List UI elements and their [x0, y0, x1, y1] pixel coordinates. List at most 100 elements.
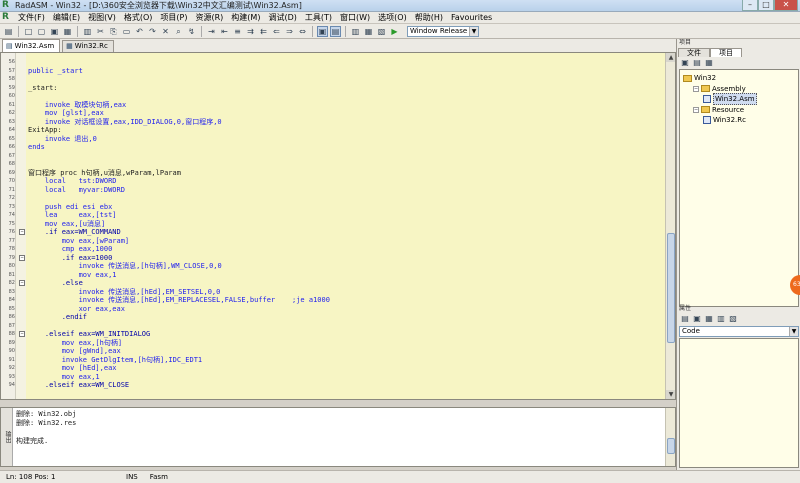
bookmark-next-icon[interactable]: ⇐: [271, 26, 282, 37]
code-line[interactable]: 57 public _start: [1, 67, 665, 75]
output-pane[interactable]: 输出 删除: Win32.obj 删除: Win32.res 构建完成.: [0, 407, 676, 467]
menu-build[interactable]: 构建(M): [227, 12, 264, 23]
output-side-label[interactable]: 输出: [1, 408, 13, 466]
properties-list[interactable]: [679, 338, 799, 468]
collapse-icon[interactable]: −: [693, 106, 699, 113]
code-line[interactable]: 92 mov [hEd],eax: [1, 364, 665, 372]
bookmark-prev-icon[interactable]: ⇇: [258, 26, 269, 37]
code-line[interactable]: 91 invoke GetDlgItem,[h句柄],IDC_EDT1: [1, 356, 665, 364]
find-icon[interactable]: ⌕: [173, 26, 184, 37]
tab-project[interactable]: 项目: [710, 48, 742, 57]
build-config-select[interactable]: Window Release ▼: [407, 25, 479, 37]
print-icon[interactable]: ▥: [82, 26, 93, 37]
code-editor[interactable]: ▲ ▼ 56 57 public _start 58 59 _start: 60 61 inv…: [0, 52, 676, 400]
code-line[interactable]: 74 lea eax,[tst]: [1, 211, 665, 219]
fold-toggle-icon[interactable]: −: [19, 229, 25, 235]
comment-icon[interactable]: ≡: [232, 26, 243, 37]
menu-tools[interactable]: 工具(T): [301, 12, 336, 23]
build-icon[interactable]: ▦: [363, 26, 374, 37]
copy-icon[interactable]: ⎘: [108, 26, 119, 37]
scroll-thumb[interactable]: [667, 233, 675, 343]
code-line[interactable]: 76− .if eax=WM_COMMAND: [1, 228, 665, 236]
menu-help[interactable]: 帮助(H): [411, 12, 447, 23]
code-line[interactable]: 68: [1, 160, 665, 168]
toolbar-icon[interactable]: ▤: [3, 26, 14, 37]
tree-node[interactable]: − Resource: [693, 105, 744, 115]
fold-toggle-icon[interactable]: −: [19, 331, 25, 337]
code-line[interactable]: 89 mov eax,[h句柄]: [1, 339, 665, 347]
menu-project[interactable]: 项目(P): [156, 12, 191, 23]
scroll-thumb[interactable]: [667, 438, 675, 454]
link-icon[interactable]: ▧: [376, 26, 387, 37]
menu-edit[interactable]: 编辑(E): [49, 12, 84, 23]
code-line[interactable]: 93 mov eax,1: [1, 373, 665, 381]
code-line[interactable]: 83 invoke 传送消息,[hEd],EM_SETSEL,0,0: [1, 288, 665, 296]
menu-debug[interactable]: 调试(D): [264, 12, 300, 23]
assemble-icon[interactable]: ▥: [350, 26, 361, 37]
property-tool-icon[interactable]: ▧: [728, 314, 738, 323]
code-line[interactable]: 58: [1, 75, 665, 83]
code-line[interactable]: 81 mov eax,1: [1, 271, 665, 279]
code-line[interactable]: 65 invoke 退出,0: [1, 135, 665, 143]
code-line[interactable]: 70 local tst:DWORD: [1, 177, 665, 185]
save-all-icon[interactable]: ▦: [62, 26, 73, 37]
menu-format[interactable]: 格式(O): [120, 12, 157, 23]
property-tool-icon[interactable]: ▣: [692, 314, 702, 323]
tree-node[interactable]: Win32: [683, 73, 716, 83]
minimize-button[interactable]: –: [742, 0, 758, 11]
chevron-down-icon[interactable]: ▼: [469, 26, 478, 36]
code-line[interactable]: 62 mov [glst],eax: [1, 109, 665, 117]
tree-node[interactable]: − Assembly: [693, 84, 746, 94]
code-line[interactable]: 85 xor eax,eax: [1, 305, 665, 313]
code-line[interactable]: 87: [1, 322, 665, 330]
project-tool-icon[interactable]: ▦: [704, 58, 714, 67]
code-line[interactable]: 73 push edi esi ebx: [1, 203, 665, 211]
bookmark-toggle-icon[interactable]: ⇔: [297, 26, 308, 37]
output-scrollbar[interactable]: [665, 408, 675, 466]
scroll-down-icon[interactable]: ▼: [666, 390, 675, 399]
property-tool-icon[interactable]: ▥: [716, 314, 726, 323]
code-line[interactable]: 56: [1, 58, 665, 66]
menu-options[interactable]: 选项(O): [374, 12, 411, 23]
tree-node[interactable]: Win32.Asm: [703, 93, 757, 105]
code-line[interactable]: 67: [1, 152, 665, 160]
code-line[interactable]: 86 .endif: [1, 313, 665, 321]
code-line[interactable]: 75 mov eax,[u消息]: [1, 220, 665, 228]
menu-file[interactable]: 文件(F): [14, 12, 49, 23]
code-line[interactable]: 60: [1, 92, 665, 100]
property-tool-icon[interactable]: ▦: [704, 314, 714, 323]
cut-icon[interactable]: ✂: [95, 26, 106, 37]
paste-icon[interactable]: ▭: [121, 26, 132, 37]
redo-icon[interactable]: ↷: [147, 26, 158, 37]
replace-icon[interactable]: ↯: [186, 26, 197, 37]
code-line[interactable]: 88− .elseif eax=WM_INITDIALOG: [1, 330, 665, 338]
output-view-icon[interactable]: ▤: [330, 25, 341, 37]
maximize-button[interactable]: □: [758, 0, 774, 11]
undo-icon[interactable]: ↶: [134, 26, 145, 37]
bookmark-icon[interactable]: ⇉: [245, 26, 256, 37]
code-line[interactable]: 59 _start:: [1, 84, 665, 92]
indent-icon[interactable]: ⇥: [206, 26, 217, 37]
tab-win32-rc[interactable]: ▦ Win32.Rc: [62, 40, 114, 52]
code-line[interactable]: 63 invoke 对话框设置,eax,IDD_DIALOG,0,窗口程序,0: [1, 118, 665, 126]
save-icon[interactable]: ▣: [49, 26, 60, 37]
tab-files[interactable]: 文件: [678, 48, 710, 57]
bookmark-clear-icon[interactable]: ⇒: [284, 26, 295, 37]
delete-icon[interactable]: ✕: [160, 26, 171, 37]
project-tool-icon[interactable]: ▣: [680, 58, 690, 67]
code-line[interactable]: 66 ends: [1, 143, 665, 151]
project-tool-icon[interactable]: ▤: [692, 58, 702, 67]
code-line[interactable]: 77 mov eax,[wParam]: [1, 237, 665, 245]
tab-win32-asm[interactable]: ▤ Win32.Asm: [2, 39, 61, 52]
code-line[interactable]: 79− .if eax=1000: [1, 254, 665, 262]
open-file-icon[interactable]: ▢: [36, 26, 47, 37]
fold-toggle-icon[interactable]: −: [19, 280, 25, 286]
properties-select[interactable]: Code ▼: [679, 326, 799, 337]
menu-view[interactable]: 视图(V): [84, 12, 120, 23]
scroll-up-icon[interactable]: ▲: [666, 53, 675, 62]
menu-favourites[interactable]: Favourites: [447, 13, 496, 22]
code-line[interactable]: 94 .elseif eax=WM_CLOSE: [1, 381, 665, 389]
run-icon[interactable]: ▶: [389, 26, 400, 37]
code-line[interactable]: 64 ExitApp:: [1, 126, 665, 134]
code-line[interactable]: 61 invoke 取模块句柄,eax: [1, 101, 665, 109]
